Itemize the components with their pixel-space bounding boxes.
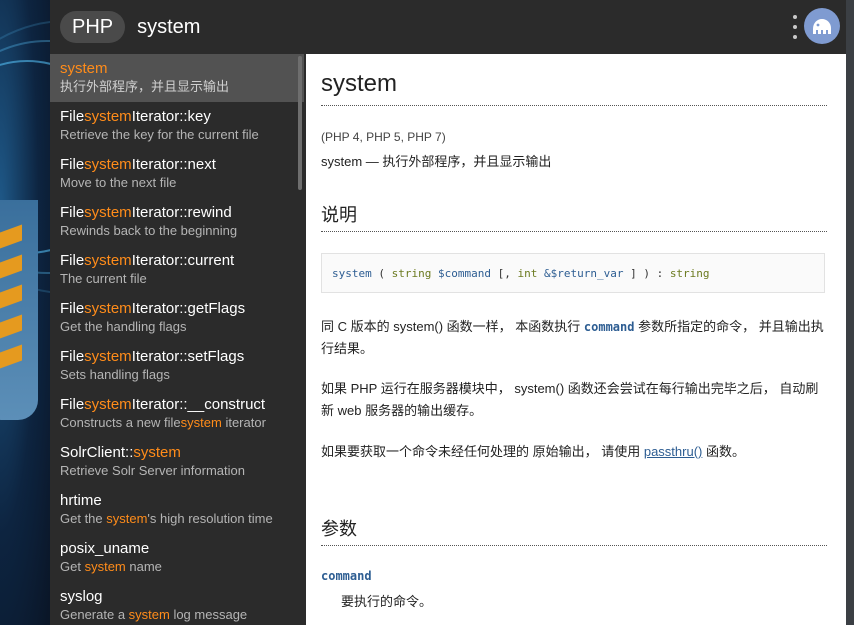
result-title: system [60,60,108,77]
results-list: system执行外部程序，并且显示输出FilesystemIterator::k… [50,54,304,625]
app-window: PHP system system 执行外部程序，并且显示输出 Filesystem… [50,0,846,625]
result-item[interactable]: system 执行外部程序，并且显示输出 [50,54,304,102]
result-description: Move to the next file [60,175,177,190]
result-item[interactable]: FilesystemIterator::__constructConstruct… [50,390,304,438]
result-item[interactable]: FilesystemIterator::keyRetrieve the key … [50,102,304,150]
shield-graphic [0,200,38,420]
section-heading-description: 说明 [321,205,357,225]
result-description: The current file [60,271,147,286]
desktop-background [0,0,50,625]
section-heading-parameters: 参数 [321,519,357,539]
signature-open: ( [371,267,392,280]
result-description: Generate a system log message [60,607,248,622]
result-item[interactable]: syslog Generate a system log message [50,582,304,625]
result-title: FilesystemIterator::setFlags [60,348,245,365]
result-title: syslog [60,588,103,605]
kebab-menu-icon[interactable] [792,15,798,39]
result-item[interactable]: FilesystemIterator::setFlagsSets handlin… [50,342,304,390]
result-title: hrtime [60,492,102,509]
result-title: FilesystemIterator::rewind [60,204,232,221]
function-signature: system ( string $command [, int &$return… [321,253,825,293]
result-description: Retrieve the key for the current file [60,127,259,142]
scope-label: PHP [72,15,114,38]
version-info: (PHP 4, PHP 5, PHP 7) [321,130,446,144]
doc-panel: system (PHP 4, PHP 5, PHP 7) system — 执行… [306,54,846,625]
result-title: FilesystemIterator::__construct [60,396,266,413]
result-item[interactable]: FilesystemIterator::getFlagsGet the hand… [50,294,304,342]
result-title: FilesystemIterator::current [60,252,235,269]
result-title: FilesystemIterator::next [60,156,216,173]
scope-chip[interactable]: PHP [60,11,126,43]
result-item[interactable]: FilesystemIterator::rewindRewinds back t… [50,198,304,246]
signature-return-type: string [669,267,710,280]
result-description: 执行外部程序，并且显示输出 [60,79,230,94]
inline-parameter: command [583,320,635,334]
desktop-edge [846,0,854,625]
signature-type: int [517,267,538,280]
results-scrollbar[interactable] [298,56,302,190]
result-title: FilesystemIterator::getFlags [60,300,246,317]
result-item[interactable]: posix_uname Get system name [50,534,304,582]
result-description: Retrieve Solr Server information [60,463,245,478]
result-description: Get the handling flags [60,319,187,334]
result-description: Sets handling flags [60,367,170,382]
signature-close: ] ) : [623,267,670,280]
page-title: system [321,70,398,97]
parameter-name: command [321,569,372,583]
passthru-link[interactable]: passthru() [644,444,703,459]
title-divider [321,105,827,106]
signature-param: $command [431,267,491,280]
result-description: Get system name [60,559,162,574]
signature-fn: system [332,267,372,280]
result-item[interactable]: FilesystemIterator::nextMove to the next… [50,150,304,198]
signature-type: string [391,267,432,280]
function-summary: system — 执行外部程序，并且显示输出 [321,154,552,169]
result-title: FilesystemIterator::key [60,108,211,125]
result-item[interactable]: hrtime Get the system's high resolution t… [50,486,304,534]
section-divider [321,231,827,232]
search-input[interactable]: system [137,16,200,39]
result-item[interactable]: FilesystemIterator::currentThe current f… [50,246,304,294]
elephant-avatar-icon[interactable] [804,8,840,44]
result-title: posix_uname [60,540,150,557]
description-paragraph: 同 C 版本的 system() 函数一样， 本函数执行 command 参数所… [321,319,824,356]
result-title: SolrClient::system [60,444,181,461]
signature-optional-open: [, [490,267,518,280]
description-paragraph: 如果要获取一个命令未经任何处理的 原始输出， 请使用 passthru() 函数… [321,444,745,459]
section-divider [321,545,827,546]
result-description: Rewinds back to the beginning [60,223,238,238]
parameter-description: 要执行的命令。 [341,594,433,609]
description-paragraph: 如果 PHP 运行在服务器模块中， system() 函数还会尝试在每行输出完毕… [321,381,819,418]
result-description: Constructs a new filesystem iterator [60,415,266,430]
result-item[interactable]: SolrClient::systemRetrieve Solr Server i… [50,438,304,486]
signature-param: &$return_var [537,267,624,280]
search-bar: PHP system [50,0,846,54]
result-description: Get the system's high resolution time [60,511,273,526]
